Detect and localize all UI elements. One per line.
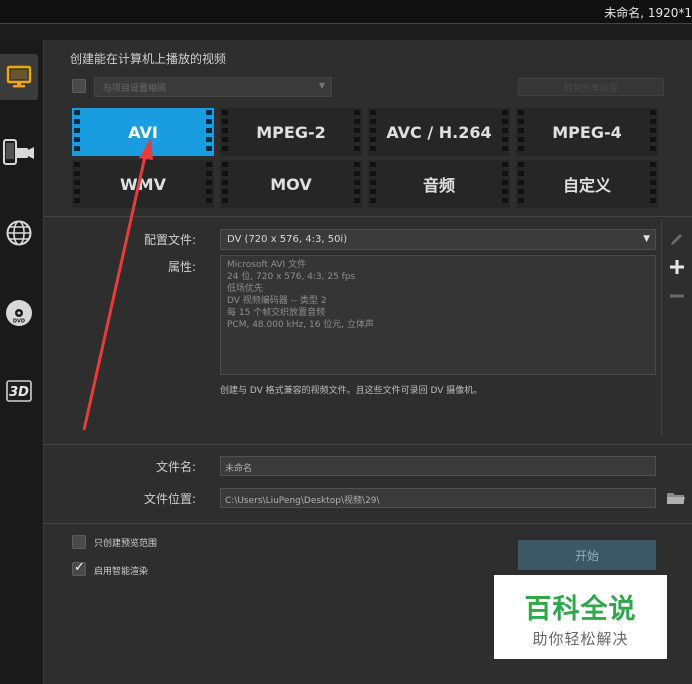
preview-range-label: 只创建预览范围 bbox=[94, 539, 158, 549]
property-line: 每 15 个帧交织放置音频 bbox=[227, 308, 326, 318]
property-line: 24 位, 720 x 576, 4:3, 25 fps bbox=[227, 272, 356, 282]
divider bbox=[44, 444, 692, 445]
svg-text:DVD: DVD bbox=[13, 319, 25, 325]
edit-pencil-icon[interactable] bbox=[669, 230, 685, 246]
project-setting-dropdown[interactable]: 与项目设置相同 ▼ bbox=[94, 77, 332, 97]
profile-label: 配置文件: bbox=[143, 233, 196, 247]
format-audio[interactable]: 音频 bbox=[368, 160, 510, 208]
title-bar: 未命名, 1920*1 bbox=[0, 0, 692, 24]
smart-render-checkbox[interactable] bbox=[72, 560, 86, 576]
globe-icon bbox=[6, 220, 32, 246]
watermark-main-text: 百科全说 bbox=[524, 594, 637, 625]
file-location-input[interactable]: C:\Users\LiuPeng\Desktop\视频\29\ bbox=[220, 488, 656, 508]
same-as-project-checkbox[interactable] bbox=[72, 79, 86, 93]
3d-icon: 3D bbox=[6, 380, 32, 402]
sidebar-item-3d[interactable]: 3D bbox=[0, 368, 38, 414]
disabled-wizard-button[interactable]: 转到分享向导 bbox=[518, 78, 664, 96]
format-custom[interactable]: 自定义 bbox=[516, 160, 658, 208]
watermark-logo: 百科全说 助你轻松解决 bbox=[494, 575, 667, 659]
format-mpeg2[interactable]: MPEG-2 bbox=[220, 108, 362, 156]
sidebar-item-device[interactable] bbox=[0, 130, 38, 176]
profile-dropdown[interactable]: DV (720 x 576, 4:3, 50i) ▼ bbox=[220, 229, 656, 250]
dvd-disc-icon: DVD bbox=[6, 300, 32, 326]
tool-column-divider bbox=[661, 220, 662, 436]
sidebar: DVD 3D bbox=[0, 40, 44, 684]
file-name-label: 文件名: bbox=[155, 460, 196, 474]
chevron-down-icon: ▼ bbox=[643, 234, 650, 244]
3d-label: 3D bbox=[9, 385, 29, 400]
format-description: 创建与 DV 格式兼容的视频文件。且这些文件可录回 DV 摄像机。 bbox=[220, 386, 483, 396]
monitor-icon bbox=[6, 65, 32, 88]
format-wmv[interactable]: WMV bbox=[72, 160, 214, 208]
add-profile-icon[interactable] bbox=[669, 259, 685, 275]
chevron-down-icon: ▼ bbox=[318, 81, 325, 90]
property-line: Microsoft AVI 文件 bbox=[227, 260, 307, 270]
divider bbox=[44, 216, 692, 217]
format-avi[interactable]: AVI bbox=[72, 108, 214, 156]
sidebar-item-computer[interactable] bbox=[0, 54, 38, 100]
properties-label: 属性: bbox=[167, 260, 196, 274]
property-line: PCM, 48.000 kHz, 16 位元, 立体声 bbox=[227, 320, 375, 330]
format-mpeg4[interactable]: MPEG-4 bbox=[516, 108, 658, 156]
section-title: 创建能在计算机上播放的视频 bbox=[70, 52, 227, 66]
file-location-label: 文件位置: bbox=[143, 492, 196, 506]
file-name-input[interactable]: 未命名 bbox=[220, 456, 656, 476]
remove-profile-icon[interactable] bbox=[669, 288, 685, 304]
menu-strip bbox=[0, 24, 692, 40]
property-line: 低场优先 bbox=[227, 284, 264, 294]
window-title: 未命名, 1920*1 bbox=[604, 6, 692, 20]
format-avc-h264[interactable]: AVC / H.264 bbox=[368, 108, 510, 156]
preview-range-checkbox[interactable] bbox=[72, 535, 86, 549]
property-line: DV 视频编码器 -- 类型 2 bbox=[227, 296, 327, 306]
folder-icon[interactable] bbox=[666, 489, 686, 507]
watermark-sub-text: 助你轻松解决 bbox=[532, 630, 629, 648]
sidebar-item-web[interactable] bbox=[0, 210, 38, 256]
properties-box: Microsoft AVI 文件 24 位, 720 x 576, 4:3, 2… bbox=[220, 255, 656, 375]
smart-render-label: 启用智能渲染 bbox=[94, 567, 149, 577]
project-setting-label: 与项目设置相同 bbox=[103, 84, 167, 94]
mobile-device-icon bbox=[3, 139, 34, 165]
sidebar-item-disc[interactable]: DVD bbox=[0, 290, 38, 336]
divider bbox=[44, 523, 692, 524]
profile-value: DV (720 x 576, 4:3, 50i) bbox=[227, 234, 348, 245]
start-button[interactable]: 开始 bbox=[518, 540, 656, 570]
format-mov[interactable]: MOV bbox=[220, 160, 362, 208]
